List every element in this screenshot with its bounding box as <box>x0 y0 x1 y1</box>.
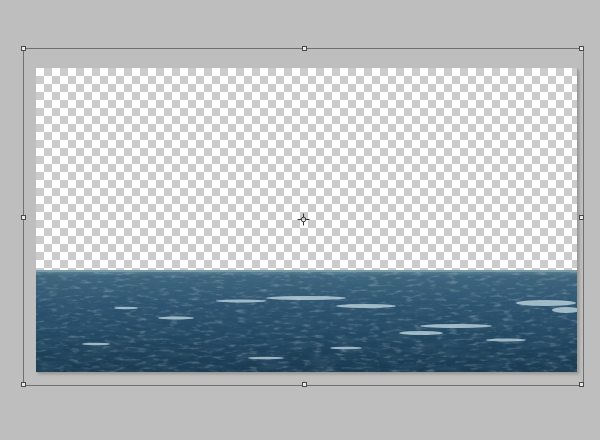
sea-water-image <box>36 270 577 372</box>
transform-handle-top-right[interactable] <box>579 46 584 51</box>
transform-handle-top-left[interactable] <box>21 46 26 51</box>
transform-handle-middle-left[interactable] <box>21 215 26 220</box>
editor-workspace <box>0 0 600 440</box>
transform-handle-bottom-center[interactable] <box>302 382 307 387</box>
crosshair-icon[interactable] <box>297 211 310 226</box>
transform-handle-top-center[interactable] <box>302 46 307 51</box>
sea-image-layer[interactable] <box>36 270 577 372</box>
transform-handle-middle-right[interactable] <box>579 215 584 220</box>
transform-handle-bottom-right[interactable] <box>579 382 584 387</box>
transform-handle-bottom-left[interactable] <box>21 382 26 387</box>
transparent-checkerboard-area <box>36 68 577 270</box>
